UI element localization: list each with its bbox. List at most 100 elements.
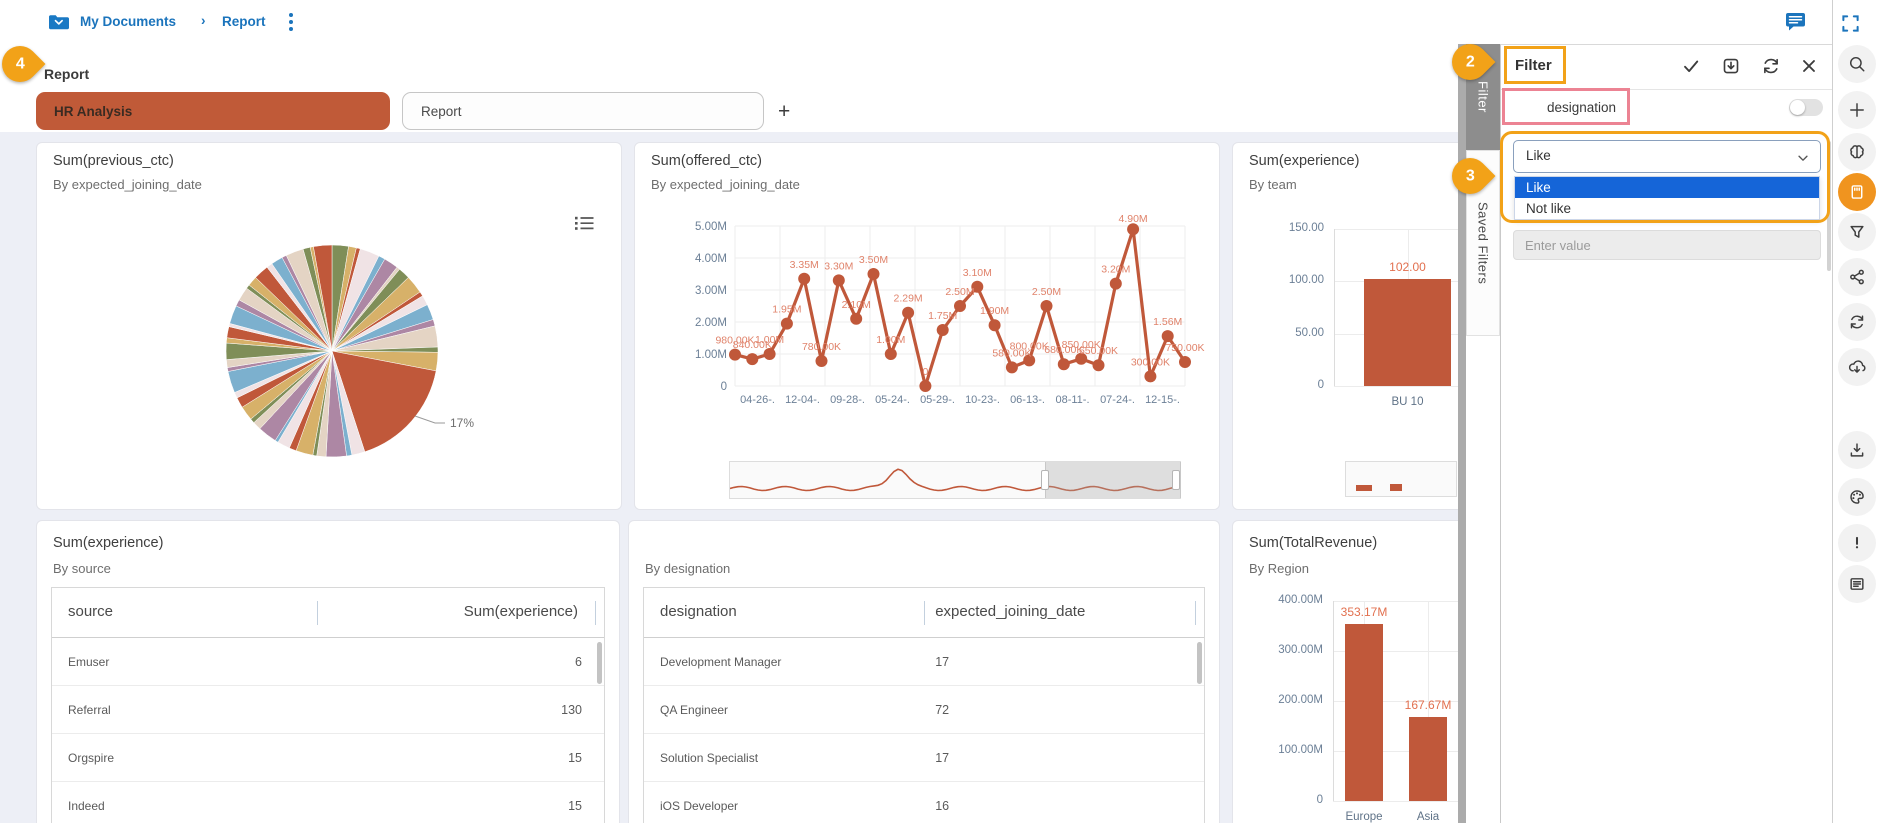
svg-text:12-15-.: 12-15-. [1145, 394, 1180, 406]
widget-title: Sum(offered_ctc) [651, 153, 762, 169]
refresh-icon[interactable] [1759, 54, 1783, 78]
cell-label: Development Manager [660, 655, 781, 669]
svg-text:1.56M: 1.56M [1153, 316, 1182, 328]
bar-Asia[interactable] [1409, 717, 1447, 801]
filter-panel: Filter designation Like Like Not like [1500, 44, 1832, 823]
pie-chart[interactable]: 17% [37, 205, 623, 505]
column-divider[interactable] [595, 601, 596, 625]
breadcrumb-current[interactable]: Report [222, 14, 266, 29]
bar-chart-team: 150.00100.0050.000102.00BU 10 [1233, 143, 1458, 509]
range-selector[interactable] [729, 461, 1181, 499]
y-tick: 100.00M [1263, 744, 1323, 756]
table-header[interactable]: designation expected_joining_date [644, 588, 1204, 638]
svg-text:1.00M: 1.00M [755, 334, 784, 346]
widget-total-revenue-by-region-bar: Sum(TotalRevenue) By Region 400.00M300.0… [1232, 520, 1458, 823]
add-tab-button[interactable]: + [778, 101, 790, 122]
notes-icon[interactable] [1838, 565, 1876, 603]
palette-icon[interactable] [1838, 478, 1876, 516]
filter-value-input[interactable] [1513, 230, 1821, 260]
close-icon[interactable] [1797, 54, 1821, 78]
bar-BU 10[interactable] [1364, 279, 1451, 386]
filter-icon[interactable] [1838, 213, 1876, 251]
y-tick: 0 [1263, 794, 1323, 806]
fullscreen-icon[interactable] [1841, 14, 1860, 33]
tab-report[interactable]: Report [402, 92, 764, 130]
range-selector-selection[interactable] [1045, 462, 1181, 498]
column-header-designation[interactable]: designation [660, 603, 737, 620]
table-row[interactable]: Indeed15 [52, 782, 604, 823]
comments-icon[interactable] [1785, 12, 1806, 32]
cloud-download-icon[interactable] [1838, 348, 1876, 386]
table-scrollbar[interactable] [597, 642, 602, 684]
top-navigation-bar: My Documents › Report [0, 0, 1832, 44]
column-header-sum-experience[interactable]: Sum(experience) [464, 603, 578, 620]
column-header-expected-joining-date[interactable]: expected_joining_date [935, 603, 1085, 620]
table-row[interactable]: iOS Developer16 [644, 782, 1204, 823]
svg-text:06-13-.: 06-13-. [1010, 394, 1045, 406]
column-divider[interactable] [1195, 601, 1196, 625]
download-icon[interactable] [1838, 431, 1876, 469]
widget-experience-by-source-table: Sum(experience) By source source Sum(exp… [36, 520, 620, 823]
folder-icon[interactable] [48, 13, 70, 31]
table-row[interactable]: Emuser6 [52, 638, 604, 686]
insights-icon[interactable] [1838, 133, 1876, 171]
svg-text:2.50M: 2.50M [945, 286, 974, 298]
cell-value: 17 [935, 655, 949, 669]
table-row[interactable]: Solution Specialist17 [644, 734, 1204, 782]
svg-text:1.00M: 1.00M [695, 349, 727, 361]
bar-value-label: 167.67M [1368, 698, 1458, 712]
line-chart[interactable]: 5.00M4.00M3.00M2.00M1.00M004-26-.12-04-.… [675, 213, 1205, 413]
filter-toggle[interactable] [1789, 99, 1823, 116]
table-header[interactable]: source Sum(experience) [52, 588, 604, 638]
add-icon[interactable] [1838, 91, 1876, 129]
search-icon[interactable] [1838, 45, 1876, 83]
bar-Europe[interactable] [1345, 624, 1383, 801]
column-header-source[interactable]: source [68, 603, 113, 620]
apply-check-icon[interactable] [1679, 54, 1703, 78]
refresh-icon[interactable] [1838, 303, 1876, 341]
table-scrollbar[interactable] [1197, 642, 1202, 684]
operator-selected-value: Like [1526, 148, 1551, 163]
card-icon[interactable] [1838, 173, 1876, 211]
option-like[interactable]: Like [1515, 177, 1819, 198]
y-tick: 200.00M [1263, 694, 1323, 706]
range-selector-left-handle[interactable] [1041, 470, 1049, 490]
y-tick: 400.00M [1263, 594, 1323, 606]
save-download-icon[interactable] [1719, 54, 1743, 78]
operator-select[interactable]: Like [1513, 140, 1821, 173]
column-divider[interactable] [924, 601, 925, 625]
table-row[interactable]: Development Manager 17 [644, 638, 1204, 686]
svg-text:04-26-.: 04-26-. [740, 394, 775, 406]
option-not-like[interactable]: Not like [1515, 198, 1819, 219]
tab-filter-label: Filter [1476, 81, 1491, 113]
cell-value: 72 [935, 703, 949, 717]
widget-title: Sum(experience) [53, 535, 163, 551]
table-row[interactable]: Orgspire15 [52, 734, 604, 782]
panel-scrollbar[interactable] [1827, 141, 1831, 271]
filter-field-name[interactable]: designation [1547, 100, 1616, 115]
svg-text:780.00K: 780.00K [802, 341, 841, 353]
svg-text:05-29-.: 05-29-. [920, 394, 955, 406]
share-icon[interactable] [1838, 258, 1876, 296]
mini-range-selector[interactable] [1345, 461, 1457, 497]
alert-icon[interactable] [1838, 524, 1876, 562]
bar-value-label: 102.00 [1348, 260, 1459, 274]
column-divider[interactable] [317, 601, 318, 625]
breadcrumb-separator-icon: › [201, 13, 206, 28]
source-table: source Sum(experience) Emuser6Referral13… [51, 587, 605, 823]
cell-label: Referral [68, 703, 111, 717]
kebab-menu-icon[interactable] [288, 12, 294, 32]
table-row[interactable]: Referral130 [52, 686, 604, 734]
svg-text:10-23-.: 10-23-. [965, 394, 1000, 406]
bar-value-label: 353.17M [1304, 605, 1424, 619]
breadcrumb-root[interactable]: My Documents [80, 14, 176, 29]
range-selector-right-handle[interactable] [1172, 470, 1180, 490]
svg-text:3.10M: 3.10M [963, 267, 992, 279]
tab-hr-analysis[interactable]: HR Analysis [36, 92, 390, 130]
y-tick: 50.00 [1264, 327, 1324, 339]
widget-title: Sum(previous_ctc) [53, 153, 174, 169]
cell-value: 15 [568, 799, 582, 813]
table-row[interactable]: QA Engineer72 [644, 686, 1204, 734]
svg-text:300.00K: 300.00K [1131, 356, 1170, 368]
x-category-label: BU 10 [1348, 396, 1459, 408]
